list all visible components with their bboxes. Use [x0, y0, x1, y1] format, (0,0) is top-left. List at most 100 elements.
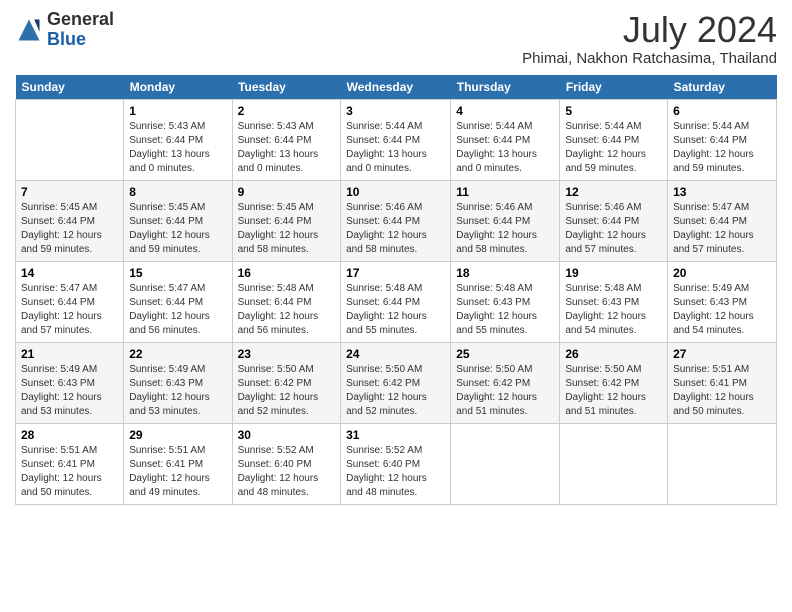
- day-number: 8: [129, 185, 226, 199]
- day-number: 12: [565, 185, 662, 199]
- calendar-cell: 13 Sunrise: 5:47 AMSunset: 6:44 PMDayligh…: [668, 180, 777, 261]
- day-info: Sunrise: 5:47 AMSunset: 6:44 PMDaylight:…: [21, 282, 118, 338]
- day-number: 31: [346, 428, 445, 442]
- calendar-table: SundayMondayTuesdayWednesdayThursdayFrid…: [15, 75, 777, 505]
- day-info: Sunrise: 5:49 AMSunset: 6:43 PMDaylight:…: [673, 282, 771, 338]
- day-number: 29: [129, 428, 226, 442]
- calendar-cell: 24 Sunrise: 5:50 AMSunset: 6:42 PMDayligh…: [341, 342, 451, 423]
- calendar-cell: 17 Sunrise: 5:48 AMSunset: 6:44 PMDayligh…: [341, 261, 451, 342]
- calendar-cell: 8Sunrise: 5:45 AMSunset: 6:44 PMDaylight…: [124, 180, 232, 261]
- day-info: Sunrise: 5:47 AMSunset: 6:44 PMDaylight:…: [673, 201, 771, 257]
- day-number: 3: [346, 104, 445, 118]
- day-info: Sunrise: 5:50 AMSunset: 6:42 PMDaylight:…: [565, 363, 662, 419]
- calendar-cell: [668, 423, 777, 504]
- weekday-header-sunday: Sunday: [16, 75, 124, 100]
- calendar-week-row: 1 Sunrise: 5:43 AMSunset: 6:44 PMDaylight…: [16, 99, 777, 180]
- day-info: Sunrise: 5:48 AMSunset: 6:44 PMDaylight:…: [346, 282, 445, 338]
- day-info: Sunrise: 5:44 AMSunset: 6:44 PMDaylight:…: [673, 120, 771, 176]
- calendar-cell: 5Sunrise: 5:44 AMSunset: 6:44 PMDaylight…: [560, 99, 668, 180]
- day-number: 25: [456, 347, 554, 361]
- day-number: 17: [346, 266, 445, 280]
- day-number: 28: [21, 428, 118, 442]
- calendar-cell: 4 Sunrise: 5:44 AMSunset: 6:44 PMDaylight…: [451, 99, 560, 180]
- weekday-header-friday: Friday: [560, 75, 668, 100]
- day-number: 15: [129, 266, 226, 280]
- day-number: 4: [456, 104, 554, 118]
- calendar-cell: 28 Sunrise: 5:51 AMSunset: 6:41 PMDayligh…: [16, 423, 124, 504]
- page-header: General Blue July 2024 Phimai, Nakhon Ra…: [15, 10, 777, 67]
- calendar-cell: 19 Sunrise: 5:48 AMSunset: 6:43 PMDayligh…: [560, 261, 668, 342]
- day-info: Sunrise: 5:50 AMSunset: 6:42 PMDaylight:…: [346, 363, 445, 419]
- day-info: Sunrise: 5:44 AMSunset: 6:44 PMDaylight:…: [565, 120, 662, 176]
- calendar-week-row: 14 Sunrise: 5:47 AMSunset: 6:44 PMDayligh…: [16, 261, 777, 342]
- calendar-cell: 9 Sunrise: 5:45 AMSunset: 6:44 PMDaylight…: [232, 180, 341, 261]
- day-info: Sunrise: 5:46 AMSunset: 6:44 PMDaylight:…: [346, 201, 445, 257]
- calendar-cell: 15 Sunrise: 5:47 AMSunset: 6:44 PMDayligh…: [124, 261, 232, 342]
- day-number: 24: [346, 347, 445, 361]
- calendar-cell: 30 Sunrise: 5:52 AMSunset: 6:40 PMDayligh…: [232, 423, 341, 504]
- calendar-cell: 25Sunrise: 5:50 AMSunset: 6:42 PMDayligh…: [451, 342, 560, 423]
- calendar-cell: 26 Sunrise: 5:50 AMSunset: 6:42 PMDayligh…: [560, 342, 668, 423]
- day-info: Sunrise: 5:48 AMSunset: 6:44 PMDaylight:…: [238, 282, 336, 338]
- logo-blue-text: Blue: [47, 29, 86, 49]
- weekday-header-thursday: Thursday: [451, 75, 560, 100]
- day-number: 7: [21, 185, 118, 199]
- calendar-cell: 20 Sunrise: 5:49 AMSunset: 6:43 PMDayligh…: [668, 261, 777, 342]
- day-number: 21: [21, 347, 118, 361]
- day-number: 30: [238, 428, 336, 442]
- calendar-cell: [16, 99, 124, 180]
- weekday-header-wednesday: Wednesday: [341, 75, 451, 100]
- day-number: 10: [346, 185, 445, 199]
- calendar-header-row: SundayMondayTuesdayWednesdayThursdayFrid…: [16, 75, 777, 100]
- calendar-cell: 16Sunrise: 5:48 AMSunset: 6:44 PMDayligh…: [232, 261, 341, 342]
- day-number: 20: [673, 266, 771, 280]
- day-info: Sunrise: 5:51 AMSunset: 6:41 PMDaylight:…: [21, 444, 118, 500]
- day-number: 22: [129, 347, 226, 361]
- title-block: July 2024 Phimai, Nakhon Ratchasima, Tha…: [522, 10, 777, 67]
- day-number: 13: [673, 185, 771, 199]
- calendar-cell: 1 Sunrise: 5:43 AMSunset: 6:44 PMDaylight…: [124, 99, 232, 180]
- calendar-week-row: 28 Sunrise: 5:51 AMSunset: 6:41 PMDayligh…: [16, 423, 777, 504]
- logo-general-text: General: [47, 9, 114, 29]
- calendar-cell: 3Sunrise: 5:44 AMSunset: 6:44 PMDaylight…: [341, 99, 451, 180]
- day-info: Sunrise: 5:43 AMSunset: 6:44 PMDaylight:…: [129, 120, 226, 176]
- calendar-cell: 10 Sunrise: 5:46 AMSunset: 6:44 PMDayligh…: [341, 180, 451, 261]
- calendar-cell: 27 Sunrise: 5:51 AMSunset: 6:41 PMDayligh…: [668, 342, 777, 423]
- calendar-cell: 23 Sunrise: 5:50 AMSunset: 6:42 PMDayligh…: [232, 342, 341, 423]
- weekday-header-saturday: Saturday: [668, 75, 777, 100]
- day-info: Sunrise: 5:52 AMSunset: 6:40 PMDaylight:…: [346, 444, 445, 500]
- calendar-cell: 31 Sunrise: 5:52 AMSunset: 6:40 PMDayligh…: [341, 423, 451, 504]
- day-number: 19: [565, 266, 662, 280]
- day-info: Sunrise: 5:46 AMSunset: 6:44 PMDaylight:…: [456, 201, 554, 257]
- calendar-cell: 11Sunrise: 5:46 AMSunset: 6:44 PMDayligh…: [451, 180, 560, 261]
- day-number: 2: [238, 104, 336, 118]
- day-number: 26: [565, 347, 662, 361]
- day-info: Sunrise: 5:47 AMSunset: 6:44 PMDaylight:…: [129, 282, 226, 338]
- day-number: 6: [673, 104, 771, 118]
- calendar-week-row: 21Sunrise: 5:49 AMSunset: 6:43 PMDayligh…: [16, 342, 777, 423]
- logo: General Blue: [15, 10, 114, 50]
- calendar-cell: 22Sunrise: 5:49 AMSunset: 6:43 PMDayligh…: [124, 342, 232, 423]
- day-number: 14: [21, 266, 118, 280]
- location-subtitle: Phimai, Nakhon Ratchasima, Thailand: [522, 50, 777, 67]
- calendar-cell: 12 Sunrise: 5:46 AMSunset: 6:44 PMDayligh…: [560, 180, 668, 261]
- day-info: Sunrise: 5:44 AMSunset: 6:44 PMDaylight:…: [456, 120, 554, 176]
- day-info: Sunrise: 5:50 AMSunset: 6:42 PMDaylight:…: [238, 363, 336, 419]
- day-info: Sunrise: 5:46 AMSunset: 6:44 PMDaylight:…: [565, 201, 662, 257]
- day-number: 18: [456, 266, 554, 280]
- day-info: Sunrise: 5:48 AMSunset: 6:43 PMDaylight:…: [565, 282, 662, 338]
- calendar-cell: 14 Sunrise: 5:47 AMSunset: 6:44 PMDayligh…: [16, 261, 124, 342]
- calendar-cell: 7Sunrise: 5:45 AMSunset: 6:44 PMDaylight…: [16, 180, 124, 261]
- month-year-title: July 2024: [522, 10, 777, 50]
- day-number: 27: [673, 347, 771, 361]
- day-number: 9: [238, 185, 336, 199]
- day-info: Sunrise: 5:51 AMSunset: 6:41 PMDaylight:…: [673, 363, 771, 419]
- calendar-cell: 29 Sunrise: 5:51 AMSunset: 6:41 PMDayligh…: [124, 423, 232, 504]
- logo-icon: [15, 16, 43, 44]
- day-info: Sunrise: 5:52 AMSunset: 6:40 PMDaylight:…: [238, 444, 336, 500]
- day-number: 1: [129, 104, 226, 118]
- day-number: 23: [238, 347, 336, 361]
- day-info: Sunrise: 5:45 AMSunset: 6:44 PMDaylight:…: [238, 201, 336, 257]
- day-info: Sunrise: 5:51 AMSunset: 6:41 PMDaylight:…: [129, 444, 226, 500]
- weekday-header-tuesday: Tuesday: [232, 75, 341, 100]
